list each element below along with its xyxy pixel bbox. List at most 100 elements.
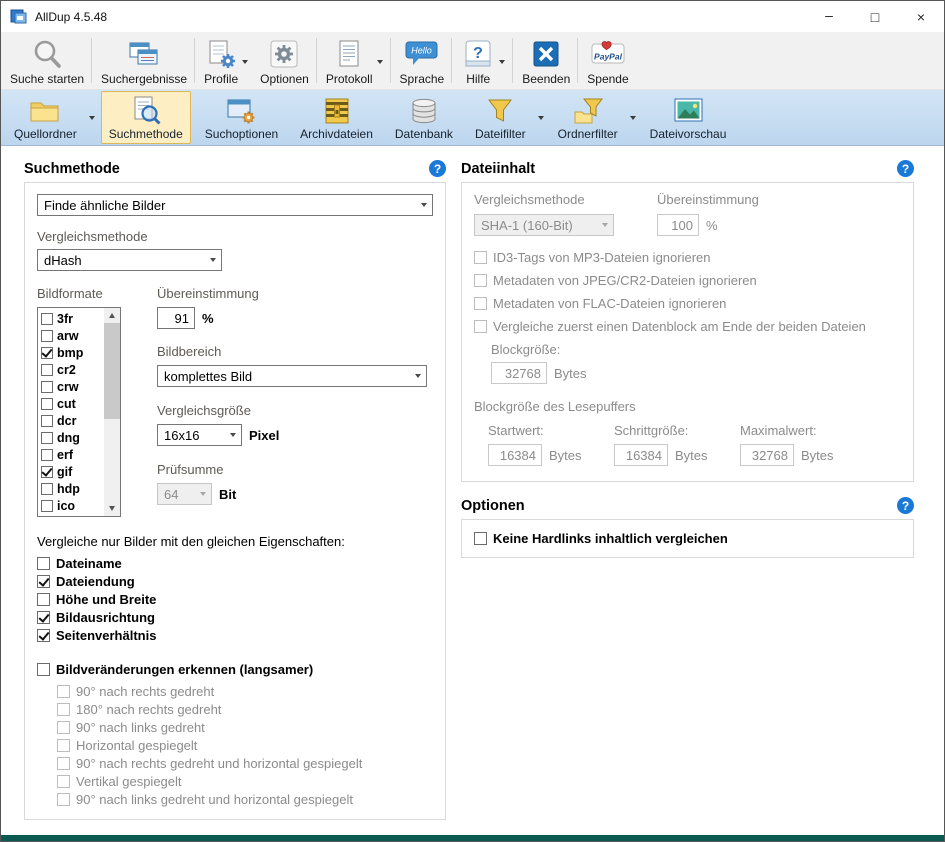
- property-checkbox-row[interactable]: Dateiendung: [37, 574, 433, 589]
- format-item[interactable]: arw: [38, 327, 104, 344]
- alldup-window: AllDup 4.5.48 – □ × Suche starten Sucher…: [0, 0, 945, 842]
- checkbox[interactable]: [41, 330, 53, 342]
- hardlinks-checkbox-row[interactable]: Keine Hardlinks inhaltlich vergleichen: [474, 531, 901, 546]
- file-preview-icon: [672, 95, 704, 126]
- modification-checkbox-row: 90° nach links gedreht und horizontal ge…: [57, 792, 433, 807]
- property-checkbox-row[interactable]: Seitenverhältnis: [37, 628, 433, 643]
- profiles-button[interactable]: Profile: [197, 33, 253, 88]
- checkbox[interactable]: [474, 532, 487, 545]
- format-item[interactable]: crw: [38, 378, 104, 395]
- fc-match-input: 100: [657, 214, 699, 236]
- match-input[interactable]: 91: [157, 307, 195, 329]
- property-checkbox-row[interactable]: Dateiname: [37, 556, 433, 571]
- toolbar-label: Profile: [204, 72, 238, 86]
- checkbox[interactable]: [41, 432, 53, 444]
- modification-checkbox-row: Vertikal gespiegelt: [57, 774, 433, 789]
- database-button[interactable]: Datenbank: [384, 92, 464, 143]
- format-item[interactable]: gif: [38, 463, 104, 480]
- buffer-step-label: Schrittgröße:: [614, 423, 740, 438]
- modifications-checkbox-row[interactable]: Bildveränderungen erkennen (langsamer): [37, 662, 433, 677]
- format-item[interactable]: hdp: [38, 480, 104, 497]
- help-icon[interactable]: ?: [897, 497, 914, 514]
- file-filter-button[interactable]: Dateifilter: [464, 92, 547, 143]
- checkbox[interactable]: [37, 575, 50, 588]
- help-icon[interactable]: ?: [429, 160, 446, 177]
- help-icon[interactable]: ?: [897, 160, 914, 177]
- checkbox[interactable]: [37, 557, 50, 570]
- toolbar-label: Protokoll: [326, 72, 373, 86]
- group-title-file-content: Dateiinhalt: [461, 161, 535, 177]
- compare-size-value: 16x16: [164, 428, 199, 443]
- ribbon-label: Dateivorschau: [650, 127, 727, 141]
- buffer-title: Blockgröße des Lesepuffers: [474, 399, 901, 414]
- checkbox[interactable]: [41, 466, 53, 478]
- checkbox: [474, 320, 487, 333]
- toolbar-label: Beenden: [522, 72, 570, 86]
- format-item[interactable]: cut: [38, 395, 104, 412]
- help-button[interactable]: ? Hilfe: [454, 33, 510, 88]
- checkbox[interactable]: [41, 483, 53, 495]
- scroll-down-icon[interactable]: [104, 501, 120, 516]
- checkbox[interactable]: [41, 398, 53, 410]
- checkbox: [474, 297, 487, 310]
- property-checkbox-row[interactable]: Bildausrichtung: [37, 610, 433, 625]
- format-item[interactable]: dng: [38, 429, 104, 446]
- property-checkbox-row[interactable]: Höhe und Breite: [37, 592, 433, 607]
- exit-button[interactable]: Beenden: [515, 33, 575, 88]
- format-item[interactable]: 3fr: [38, 310, 104, 327]
- format-item[interactable]: erf: [38, 446, 104, 463]
- language-button[interactable]: Hello Sprache: [393, 33, 450, 88]
- search-method-select[interactable]: Finde ähnliche Bilder: [37, 194, 433, 216]
- scroll-up-icon[interactable]: [104, 308, 120, 323]
- maximize-button[interactable]: □: [852, 1, 898, 32]
- checksum-value: 64: [164, 487, 178, 502]
- modification-checkbox-row: 90° nach rechts gedreht und horizontal g…: [57, 756, 433, 771]
- format-item[interactable]: cr2: [38, 361, 104, 378]
- folder-filter-button[interactable]: Ordnerfilter: [547, 92, 639, 143]
- close-button[interactable]: ×: [898, 1, 944, 32]
- options-button[interactable]: Optionen: [253, 33, 314, 88]
- checkbox[interactable]: [41, 449, 53, 461]
- source-folder-button[interactable]: Quellordner: [3, 92, 98, 143]
- checkbox[interactable]: [37, 611, 50, 624]
- checkbox[interactable]: [41, 381, 53, 393]
- donate-button[interactable]: PayPal Spende: [580, 33, 633, 88]
- protocol-button[interactable]: Protokoll: [319, 33, 388, 88]
- search-options-button[interactable]: Suchoptionen: [194, 92, 289, 143]
- checkbox[interactable]: [41, 415, 53, 427]
- checkbox[interactable]: [41, 347, 53, 359]
- checkbox[interactable]: [41, 364, 53, 376]
- image-area-value: komplettes Bild: [164, 369, 252, 384]
- toolbar-separator: [91, 38, 92, 83]
- archive-files-button[interactable]: Archivdateien: [289, 92, 384, 143]
- toolbar-label: Hilfe: [466, 72, 490, 86]
- checkbox[interactable]: [41, 313, 53, 325]
- svg-text:Hello: Hello: [411, 46, 432, 56]
- format-item[interactable]: ico: [38, 497, 104, 514]
- compare-method-select[interactable]: dHash: [37, 249, 222, 271]
- fc-match-label: Übereinstimmung: [657, 192, 759, 207]
- checkbox[interactable]: [41, 500, 53, 512]
- listbox-scrollbar[interactable]: [104, 308, 120, 516]
- exit-icon: [529, 37, 563, 71]
- scrollbar-thumb[interactable]: [104, 323, 120, 419]
- image-area-select[interactable]: komplettes Bild: [157, 365, 427, 387]
- format-item[interactable]: bmp: [38, 344, 104, 361]
- checksum-label: Prüfsumme: [157, 462, 433, 477]
- checkbox[interactable]: [37, 663, 50, 676]
- fc-option-row: ID3-Tags von MP3-Dateien ignorieren: [474, 250, 901, 265]
- compare-size-select[interactable]: 16x16: [157, 424, 242, 446]
- checkbox[interactable]: [37, 593, 50, 606]
- search-results-button[interactable]: Suchergebnisse: [94, 33, 192, 88]
- fc-compare-method-label: Vergleichsmethode: [474, 192, 657, 207]
- image-formats-label: Bildformate: [37, 286, 157, 301]
- modification-checkbox-row: Horizontal gespiegelt: [57, 738, 433, 753]
- file-preview-button[interactable]: Dateivorschau: [639, 92, 738, 143]
- image-formats-listbox[interactable]: 3fr arw bmp cr2 crw cut dcr dng erf gif: [37, 307, 121, 517]
- search-method-button[interactable]: Suchmethode: [98, 92, 194, 143]
- start-search-button[interactable]: Suche starten: [3, 33, 89, 88]
- match-label: Übereinstimmung: [157, 286, 433, 301]
- minimize-button[interactable]: –: [806, 1, 852, 32]
- format-item[interactable]: dcr: [38, 412, 104, 429]
- checkbox[interactable]: [37, 629, 50, 642]
